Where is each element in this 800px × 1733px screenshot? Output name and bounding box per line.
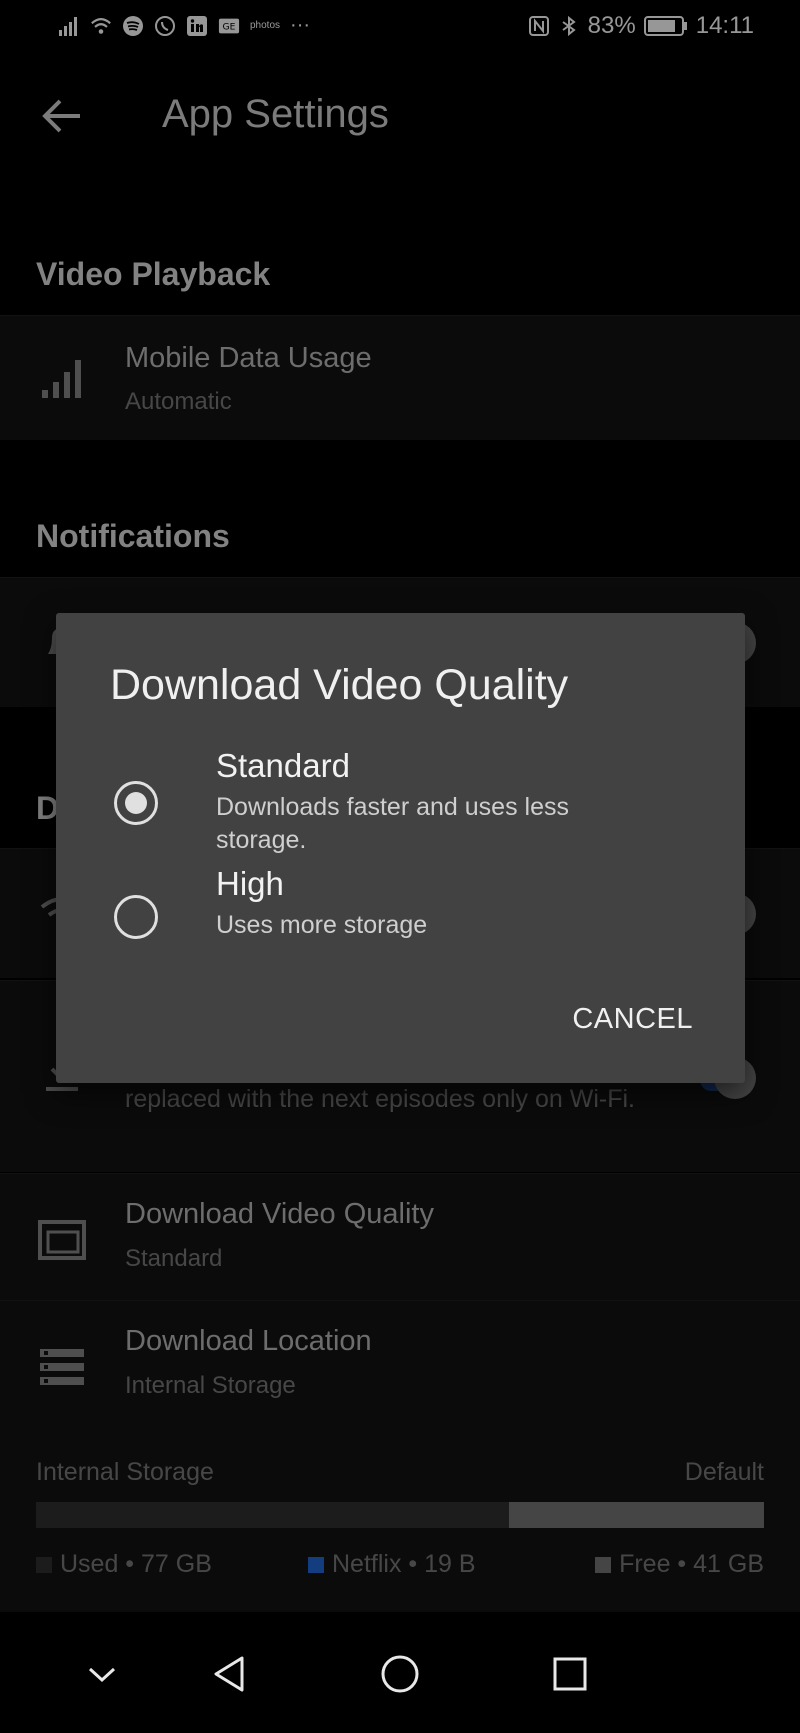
option-high[interactable]: High Uses more storage xyxy=(56,865,745,965)
standard-description: Downloads faster and uses less storage. xyxy=(216,793,569,854)
download-quality-dialog: Download Video Quality Standard Download… xyxy=(56,613,745,1083)
home-circle-icon[interactable] xyxy=(378,1652,422,1696)
cancel-button[interactable]: CANCEL xyxy=(572,1003,693,1036)
high-label: High xyxy=(216,865,284,902)
system-nav-bar xyxy=(0,1612,800,1733)
option-standard[interactable]: Standard Downloads faster and uses less … xyxy=(56,735,745,855)
back-triangle-icon[interactable] xyxy=(208,1652,252,1696)
chevron-down-icon[interactable] xyxy=(80,1652,124,1696)
dialog-title: Download Video Quality xyxy=(110,661,569,709)
recents-square-icon[interactable] xyxy=(548,1652,592,1696)
standard-radio[interactable] xyxy=(114,781,158,825)
high-radio[interactable] xyxy=(114,895,158,939)
high-description: Uses more storage xyxy=(216,911,428,939)
standard-label: Standard xyxy=(216,747,350,784)
standard-radio-dot xyxy=(125,792,147,814)
